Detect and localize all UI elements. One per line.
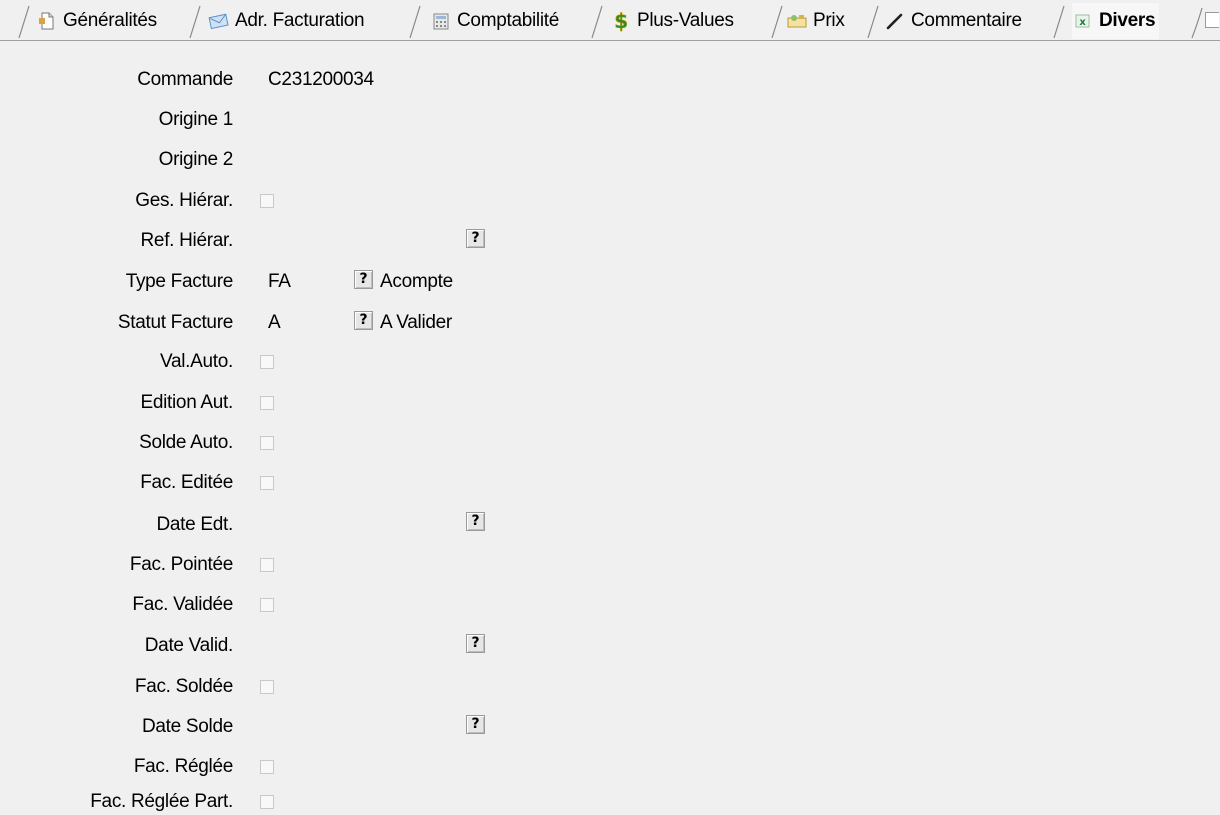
tab-commentaire[interactable]: Commentaire xyxy=(884,3,1022,39)
label-ref-hierar: Ref. Hiérar. xyxy=(140,230,234,251)
fac-soldee-checkbox[interactable] xyxy=(260,680,274,694)
origine-1-field[interactable] xyxy=(268,109,468,131)
statut-facture-help-button[interactable]: ? xyxy=(354,311,373,330)
label-fac-reglee-part: Fac. Réglée Part. xyxy=(90,791,233,812)
tab-adr-facturation[interactable]: Adr. Facturation xyxy=(208,3,365,39)
type-facture-field[interactable]: FA xyxy=(268,271,291,293)
fac-reglee-checkbox[interactable] xyxy=(260,760,274,774)
tab-separator xyxy=(771,5,783,39)
statut-facture-description: A Valider xyxy=(380,312,452,333)
label-date-edt: Date Edt. xyxy=(156,514,233,535)
label-origine-2: Origine 2 xyxy=(158,149,234,170)
tab-separator xyxy=(189,5,201,39)
label-commande: Commande xyxy=(137,69,233,90)
tab-divers[interactable]: x Divers xyxy=(1072,3,1160,39)
label-type-facture: Type Facture xyxy=(125,271,234,292)
dollar-icon: $ xyxy=(610,10,632,32)
solde-auto-checkbox[interactable] xyxy=(260,436,274,450)
fac-reglee-part-checkbox[interactable] xyxy=(260,795,274,809)
tab-separator xyxy=(18,5,30,39)
date-valid-help-button[interactable]: ? xyxy=(466,634,485,653)
type-facture-description: Acompte xyxy=(380,271,453,292)
date-solde-help-button[interactable]: ? xyxy=(466,715,485,734)
edition-aut-checkbox[interactable] xyxy=(260,396,274,410)
label-fac-validee: Fac. Validée xyxy=(132,594,233,615)
date-valid-field[interactable] xyxy=(268,635,448,657)
label-fac-soldee: Fac. Soldée xyxy=(134,676,233,697)
tab-separator xyxy=(867,5,879,39)
tab-label: Prix xyxy=(813,10,845,31)
origine-2-field[interactable] xyxy=(268,149,468,171)
ges-hierar-checkbox[interactable] xyxy=(260,194,274,208)
label-solde-auto: Solde Auto. xyxy=(139,432,233,453)
fac-validee-checkbox[interactable] xyxy=(260,598,274,612)
ref-hierar-field[interactable] xyxy=(268,230,448,252)
label-edition-aut: Edition Aut. xyxy=(140,392,233,413)
tab-label: Plus-Values xyxy=(637,10,734,31)
fac-pointee-checkbox[interactable] xyxy=(260,558,274,572)
label-ges-hierar: Ges. Hiérar. xyxy=(135,190,233,211)
tab-label: Adr. Facturation xyxy=(235,10,365,31)
label-val-auto: Val.Auto. xyxy=(160,351,233,372)
type-facture-help-button[interactable]: ? xyxy=(354,270,373,289)
commande-field[interactable]: C231200034 xyxy=(268,69,374,91)
calculator-icon xyxy=(430,10,452,32)
svg-text:$: $ xyxy=(614,10,628,32)
label-fac-pointee: Fac. Pointée xyxy=(129,554,233,575)
label-fac-reglee: Fac. Réglée xyxy=(133,756,233,777)
tab-strip: Généralités Adr. Facturation Comptabilit… xyxy=(0,0,1220,41)
label-origine-1: Origine 1 xyxy=(158,109,234,130)
tab-label: Généralités xyxy=(63,10,157,31)
date-edt-field[interactable] xyxy=(268,514,448,536)
document-icon xyxy=(36,10,58,32)
tab-label: Divers xyxy=(1099,10,1156,31)
val-auto-checkbox[interactable] xyxy=(260,355,274,369)
ref-hierar-help-button[interactable]: ? xyxy=(466,229,485,248)
tab-prix[interactable]: Prix xyxy=(786,3,845,39)
label-date-solde: Date Solde xyxy=(141,716,233,737)
tab-label: Commentaire xyxy=(911,10,1022,31)
fac-editee-checkbox[interactable] xyxy=(260,476,274,490)
date-solde-field[interactable] xyxy=(268,716,448,738)
svg-text:x: x xyxy=(1079,17,1086,28)
tab-separator xyxy=(409,5,421,39)
tab-label: Comptabilité xyxy=(457,10,560,31)
label-statut-facture: Statut Facture xyxy=(117,312,233,333)
label-date-valid: Date Valid. xyxy=(144,635,234,656)
label-fac-editee: Fac. Editée xyxy=(140,472,233,493)
tab-plus-values[interactable]: $ Plus-Values xyxy=(610,3,734,39)
pen-icon xyxy=(884,10,906,32)
date-edt-help-button[interactable]: ? xyxy=(466,512,485,531)
price-tag-icon xyxy=(786,10,808,32)
statut-facture-field[interactable]: A xyxy=(268,312,281,334)
excel-icon: x xyxy=(1072,10,1094,32)
tab-generalites[interactable]: Généralités xyxy=(36,3,157,39)
tab-comptabilite[interactable]: Comptabilité xyxy=(430,3,559,39)
tab-separator xyxy=(1191,7,1203,39)
tab-separator xyxy=(1053,5,1065,39)
tab-separator xyxy=(591,5,603,39)
tab-next-partial[interactable] xyxy=(1205,12,1219,28)
envelope-icon xyxy=(208,10,230,32)
